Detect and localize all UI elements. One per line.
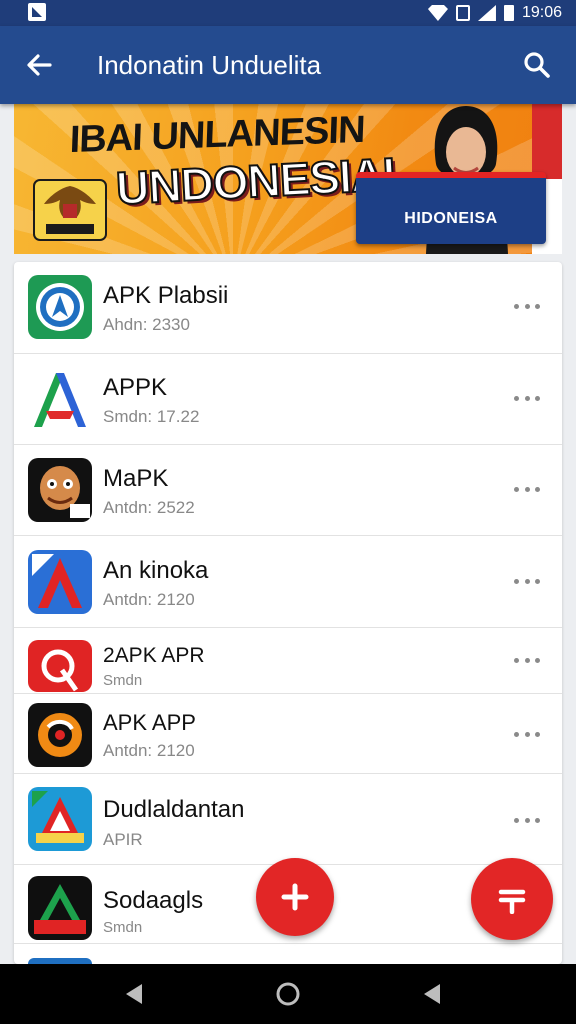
app-icon-a-logo xyxy=(28,367,92,431)
add-fab-button[interactable] xyxy=(256,858,334,936)
triangle-recent-icon[interactable] xyxy=(418,980,446,1008)
app-bar: Indonatin Unduelita xyxy=(0,26,576,104)
plus-icon xyxy=(281,883,309,911)
app-icon-triangle xyxy=(28,787,92,851)
app-icon-compass xyxy=(28,275,92,339)
more-dots-icon[interactable] xyxy=(514,577,540,585)
arrow-left-icon xyxy=(27,54,52,76)
wifi-icon xyxy=(427,5,448,21)
promo-banner[interactable]: IBAI UNLANESIN UNDONESIAI HIDONEISA xyxy=(14,104,562,254)
app-meta: Ahdn: 2330 xyxy=(103,315,190,334)
app-meta: Antdn: 2120 xyxy=(103,741,195,760)
app-meta: APIR xyxy=(103,830,143,849)
app-icon-character xyxy=(28,458,92,522)
app-icon-swirl xyxy=(28,703,92,767)
list-item[interactable]: MaPK Antdn: 2522 xyxy=(14,445,562,536)
system-nav-bar xyxy=(0,964,576,1024)
list-item[interactable]: Dudlaldantan APIR xyxy=(14,774,562,865)
app-name: APPK xyxy=(103,374,168,401)
app-name: An kinoka xyxy=(103,557,209,584)
app-name: MaPK xyxy=(103,465,169,492)
banner-button[interactable]: HIDONEISA xyxy=(356,172,546,244)
status-icons: 19:06 xyxy=(427,3,562,23)
app-meta: Smdn: 17.22 xyxy=(103,407,200,426)
page-title: Indonatin Unduelita xyxy=(97,50,322,80)
app-name: Dudlaldantan xyxy=(103,796,245,823)
app-name: APK Plabsii xyxy=(103,282,229,309)
more-dots-icon[interactable] xyxy=(514,730,540,738)
battery-icon xyxy=(503,5,514,21)
app-meta: Smdn xyxy=(103,919,143,936)
app-name: APK APP xyxy=(103,710,196,735)
double-bar-plus-icon xyxy=(498,889,526,914)
secondary-fab-button[interactable] xyxy=(471,858,553,940)
list-item[interactable]: An kinoka Antdn: 2120 xyxy=(14,536,562,628)
status-bar: 19:06 xyxy=(0,0,576,26)
more-dots-icon[interactable] xyxy=(514,302,540,310)
banner-button-label: HIDONEISA xyxy=(404,210,498,227)
app-meta: Smdn xyxy=(103,672,143,689)
list-item[interactable]: 2APK APR Smdn xyxy=(14,628,562,694)
more-dots-icon[interactable] xyxy=(514,394,540,402)
search-icon xyxy=(524,52,550,78)
list-item[interactable]: APK Plabsii Ahdn: 2330 xyxy=(14,262,562,354)
list-item[interactable] xyxy=(14,944,562,964)
triangle-back-icon[interactable] xyxy=(120,980,148,1008)
more-dots-icon[interactable] xyxy=(514,485,540,493)
app-name: 2APK APR xyxy=(103,644,205,667)
circle-home-icon[interactable] xyxy=(274,980,302,1008)
app-name: Sodaagls xyxy=(103,887,204,914)
more-dots-icon[interactable] xyxy=(514,816,540,824)
signal-icon xyxy=(477,5,496,21)
app-meta: Antdn: 2522 xyxy=(103,498,195,517)
sim-icon xyxy=(455,5,470,21)
garuda-emblem-icon xyxy=(33,179,107,241)
app-icon-red-circle xyxy=(28,636,92,692)
more-dots-icon[interactable] xyxy=(514,656,540,664)
app-meta: Antdn: 2120 xyxy=(103,590,195,609)
app-icon-red-a xyxy=(28,550,92,614)
list-item[interactable]: APPK Smdn: 17.22 xyxy=(14,354,562,445)
back-button[interactable] xyxy=(22,48,56,82)
notification-icon xyxy=(28,3,46,21)
status-time: 19:06 xyxy=(521,4,562,21)
list-item[interactable]: APK APP Antdn: 2120 xyxy=(14,694,562,774)
search-button[interactable] xyxy=(520,48,554,82)
app-icon-green-a xyxy=(28,876,92,940)
